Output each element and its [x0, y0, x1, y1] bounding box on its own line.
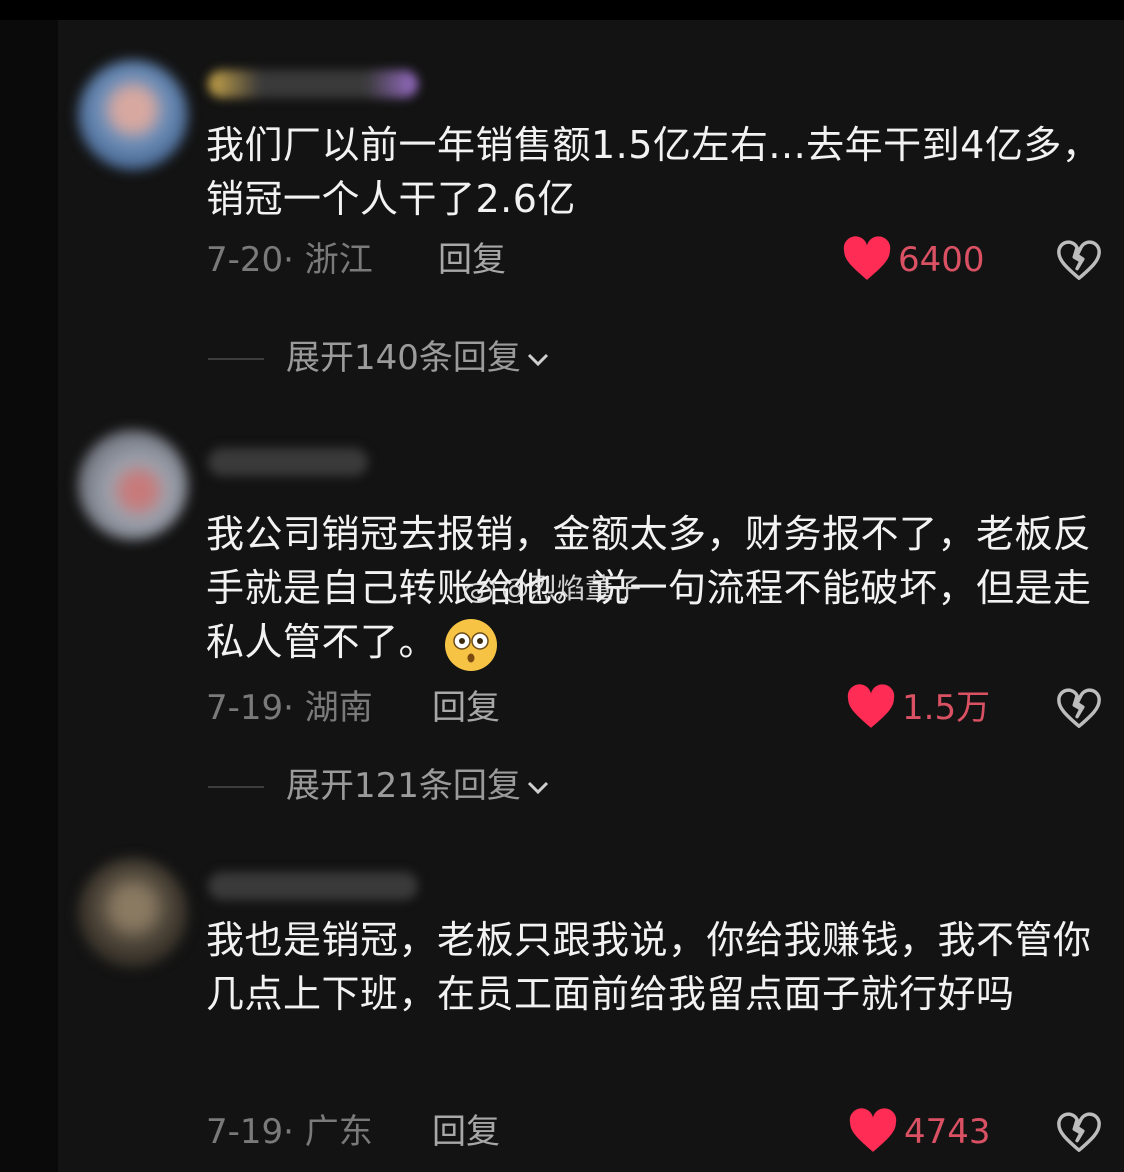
username-blurred[interactable]	[208, 70, 418, 98]
comment-date-location: 7-19· 湖南	[206, 688, 373, 728]
divider-line	[208, 786, 264, 788]
divider-line	[208, 358, 264, 360]
comment-text: 我公司销冠去报销，金额太多，财务报不了，老板反手就是自己转账给他。说一句流程不能…	[206, 507, 1106, 673]
expand-replies-label: 展开140条回复	[286, 338, 521, 378]
heart-icon	[847, 684, 895, 728]
broken-heart-icon[interactable]	[1056, 238, 1102, 284]
reply-button[interactable]: 回复	[432, 1112, 500, 1152]
top-strip	[0, 0, 1124, 20]
watermark: @烈焰董子	[463, 572, 641, 606]
expand-replies-label: 展开121条回复	[286, 766, 521, 806]
like-button[interactable]: 1.5万	[846, 684, 1006, 730]
flushed-face-emoji-icon	[445, 618, 498, 671]
heart-icon	[849, 1108, 897, 1152]
comment-date-location: 7-19· 广东	[206, 1112, 373, 1152]
broken-heart-icon[interactable]	[1056, 686, 1102, 732]
watermark-text: @烈焰董子	[501, 572, 642, 605]
comment-text-content: 我公司销冠去报销，金额太多，财务报不了，老板反手就是自己转账给他。说一句流程不能…	[206, 512, 1092, 664]
heart-icon	[843, 236, 891, 280]
like-count: 4743	[904, 1112, 991, 1152]
broken-heart-icon[interactable]	[1056, 1110, 1102, 1156]
like-button[interactable]: 4743	[848, 1108, 1008, 1154]
like-count: 6400	[898, 240, 985, 280]
comment-text: 我们厂以前一年销售额1.5亿左右...去年干到4亿多，销冠一个人干了2.6亿	[206, 123, 1101, 221]
chevron-down-icon	[527, 781, 548, 794]
reply-button[interactable]: 回复	[432, 688, 500, 728]
like-count: 1.5万	[902, 688, 991, 728]
username-blurred[interactable]	[208, 872, 418, 900]
like-button[interactable]: 6400	[842, 236, 1002, 282]
username-blurred[interactable]	[208, 448, 368, 476]
avatar[interactable]	[78, 430, 188, 540]
comment-text: 我也是销冠，老板只跟我说，你给我赚钱，我不管你几点上下班，在员工面前给我留点面子…	[206, 918, 1092, 1016]
comment-date-location: 7-20· 浙江	[206, 240, 373, 280]
avatar[interactable]	[78, 60, 188, 170]
reply-button[interactable]: 回复	[438, 240, 506, 280]
weibo-icon	[464, 579, 496, 603]
avatar[interactable]	[78, 858, 188, 968]
chevron-down-icon	[527, 353, 548, 366]
